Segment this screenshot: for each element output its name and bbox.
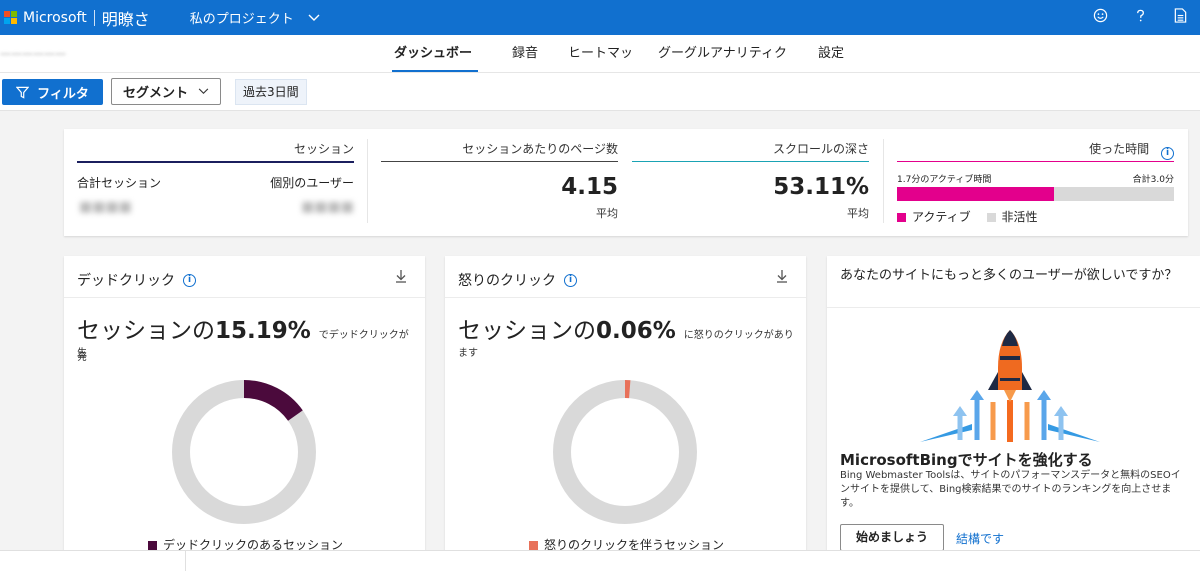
bottom-strip <box>0 550 1200 571</box>
legend-swatch-active <box>897 213 906 222</box>
total-sessions-label: 合計セッション <box>77 176 162 190</box>
divider <box>185 551 186 571</box>
tab-dashboard[interactable]: ダッシュボード <box>392 35 478 99</box>
scroll-depth-sub: 平均 <box>847 207 869 220</box>
info-icon[interactable]: i <box>183 273 196 287</box>
brand-name[interactable]: Microsoft <box>23 10 87 26</box>
card-header: 怒りのクリック i <box>445 256 806 298</box>
unique-users-value: ■■■■ <box>301 199 354 215</box>
get-started-button[interactable]: 始めましょう <box>840 524 944 551</box>
dead-clicks-percent: 15.19% <box>215 318 311 344</box>
site-name: —————— <box>0 47 66 60</box>
rage-clicks-donut <box>553 380 697 524</box>
time-bar-active-fill <box>897 187 1054 201</box>
date-range-chip[interactable]: 過去3日間 <box>235 79 307 105</box>
rocket-illustration-icon <box>920 330 1100 442</box>
promo-title: あなたのサイトにもっと多くのユーザーが欲しいですか？ <box>840 268 1178 283</box>
bing-promo-card: あなたのサイトにもっと多くのユーザーが欲しいですか？ MicrosoftBing… <box>827 256 1200 556</box>
dead-clicks-donut <box>172 380 316 524</box>
rage-clicks-summary: セッションの0.06% に怒りのクリックがあり <box>458 311 796 345</box>
active-time-label: 1.7分のアクティブ時間 <box>897 175 992 185</box>
dead-clicks-card: デッドクリック i セッションの15.19% でデッドクリックが発 生 デッドクリ… <box>64 256 425 556</box>
product-name[interactable]: 明瞭さ <box>102 6 150 30</box>
project-selector[interactable]: 私のプロジェクト <box>190 8 320 27</box>
time-spent-title-row: 使った時間 i <box>1089 140 1174 160</box>
summary-card: セッション 合計セッション 個別のユーザー ■■■■ ■■■■ セッションあたり… <box>64 129 1188 236</box>
funnel-icon <box>16 86 30 99</box>
tab-settings[interactable]: 設定 <box>818 35 848 73</box>
help-icon[interactable] <box>1120 8 1160 27</box>
download-icon[interactable] <box>395 269 407 287</box>
legend-active-label: アクティブ <box>912 210 971 224</box>
nav-bar: —————— ダッシュボード 録音 ヒートマップ グーグルアナリティクス 設定 <box>0 35 1200 99</box>
no-thanks-link[interactable]: 結構です <box>956 530 1004 547</box>
scroll-depth-value: 53.11% <box>773 174 869 200</box>
filter-bar: フィルタ セグメント 過去3日間 <box>0 73 1200 111</box>
info-icon[interactable]: i <box>1161 147 1174 160</box>
card-header: デッドクリック i <box>64 256 425 298</box>
segment-dropdown[interactable]: セグメント <box>111 78 221 105</box>
scroll-depth-underline <box>632 161 869 162</box>
donut-track <box>553 380 697 524</box>
sessions-underline <box>77 161 354 163</box>
scroll-depth-metric: スクロールの深さ 53.11% 平均 <box>632 129 869 236</box>
document-icon[interactable] <box>1160 8 1200 27</box>
tab-heatmaps[interactable]: ヒートマップ <box>568 35 640 99</box>
donut-segment <box>243 380 303 422</box>
promo-body: Bing Webmaster Toolsは、サイトのパフォーマンスデータと無料の… <box>840 470 1181 509</box>
pages-per-session-value: 4.15 <box>561 174 618 200</box>
chevron-down-icon <box>308 14 320 21</box>
microsoft-logo-icon <box>4 11 17 24</box>
time-spent-underline <box>897 161 1174 162</box>
total-sessions-value: ■■■■ <box>79 199 132 215</box>
info-icon[interactable]: i <box>564 273 577 287</box>
pct-suffix-wrap: ます <box>458 348 478 359</box>
tab-list: ダッシュボード 録音 ヒートマップ グーグルアナリティクス 設定 <box>392 35 848 99</box>
rage-clicks-title: 怒りのクリック <box>458 273 556 289</box>
total-time-label: 合計3.0分 <box>1132 175 1174 185</box>
time-spent-metric: 使った時間 i 1.7分のアクティブ時間 合計3.0分 アクティブ 非活性 <box>897 129 1174 236</box>
filter-button[interactable]: フィルタ <box>2 79 103 105</box>
sessions-title: セッション <box>293 142 354 156</box>
scroll-depth-title: スクロールの深さ <box>772 142 869 156</box>
divider <box>883 139 884 223</box>
rage-clicks-card: 怒りのクリック i セッションの0.06% に怒りのクリックがあり ます 怒りのク… <box>445 256 806 556</box>
divider <box>367 139 368 223</box>
pages-per-session-underline <box>381 161 618 162</box>
time-spent-title: 使った時間 <box>1089 142 1150 156</box>
dead-clicks-summary: セッションの15.19% でデッドクリックが発 <box>77 311 415 364</box>
segment-label: セグメント <box>122 86 188 101</box>
download-icon[interactable] <box>776 269 788 287</box>
dead-clicks-title: デッドクリック <box>77 273 175 289</box>
legend-swatch <box>529 541 538 550</box>
project-name: 私のプロジェクト <box>189 12 294 27</box>
pct-suffix: に怒りのクリックがあり <box>683 330 794 341</box>
brand-divider <box>93 9 95 26</box>
pct-suffix-wrap: 生 <box>77 348 87 359</box>
unique-users-label: 個別のユーザー <box>270 176 354 190</box>
legend-swatch-inactive <box>986 213 996 222</box>
smiley-icon[interactable] <box>1080 8 1120 27</box>
pct-prefix: セッションの <box>77 318 215 344</box>
sessions-metric: セッション 合計セッション 個別のユーザー ■■■■ ■■■■ <box>77 129 354 236</box>
top-bar: Microsoft 明瞭さ 私のプロジェクト <box>0 0 1200 35</box>
tab-google-analytics[interactable]: グーグルアナリティクス <box>658 35 793 99</box>
legend-inactive-label: 非活性 <box>1001 210 1038 224</box>
legend-swatch <box>148 541 157 550</box>
pages-per-session-title: セッションあたりのページ数 <box>462 142 618 156</box>
pages-per-session-sub: 平均 <box>596 207 618 220</box>
promo-heading: MicrosoftBingでサイトを強化する <box>840 451 1093 469</box>
rage-clicks-percent: 0.06% <box>596 318 676 344</box>
chevron-down-icon <box>198 88 209 95</box>
card-header: あなたのサイトにもっと多くのユーザーが欲しいですか？ <box>827 256 1200 308</box>
pct-prefix: セッションの <box>458 318 596 344</box>
time-legend: アクティブ 非活性 <box>897 208 1038 225</box>
tab-recordings[interactable]: 録音 <box>512 35 540 73</box>
time-bar <box>897 187 1174 201</box>
pages-per-session-metric: セッションあたりのページ数 4.15 平均 <box>381 129 618 236</box>
filter-button-label: フィルタ <box>37 86 89 102</box>
